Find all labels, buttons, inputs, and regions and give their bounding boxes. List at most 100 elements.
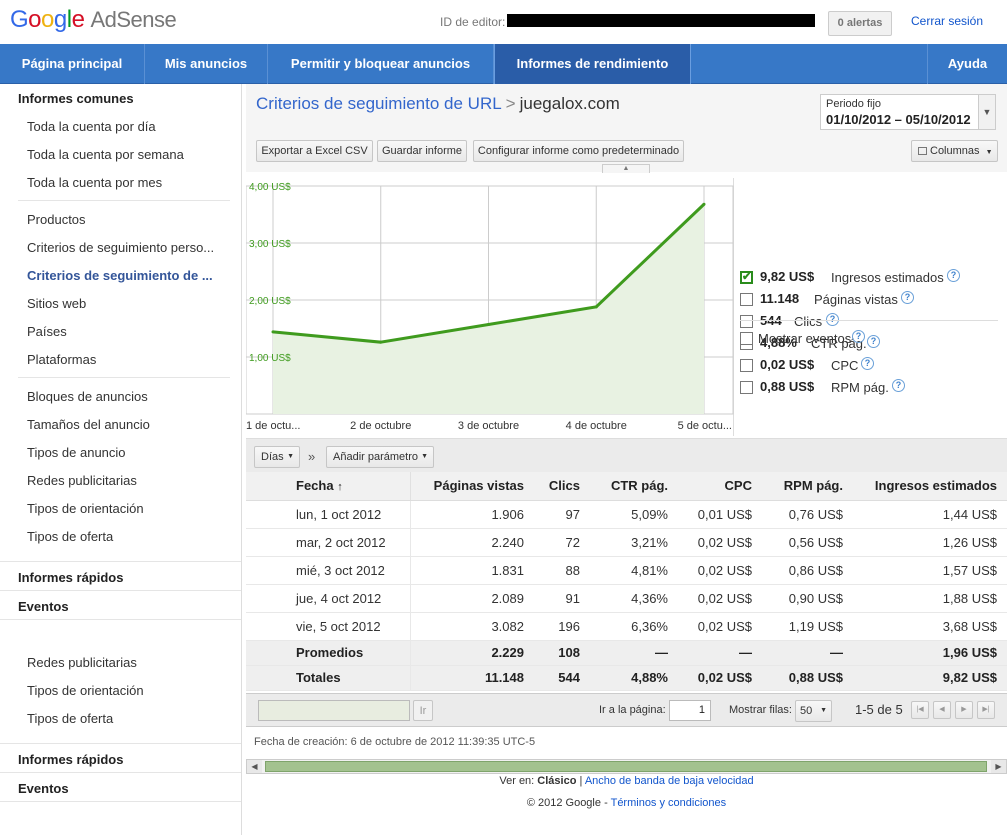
cell-clicks: 544	[534, 665, 590, 691]
sidebar-item-account-by-week[interactable]: Toda la cuenta por semana	[27, 147, 184, 162]
sidebar-section-events[interactable]: Eventos	[18, 599, 69, 614]
help-icon[interactable]: ?	[947, 269, 960, 282]
cell-cpc: 0,02 US$	[678, 528, 762, 557]
alerts-button[interactable]: 0 alertas	[828, 11, 892, 36]
low-bandwidth-link[interactable]: Ancho de banda de baja velocidad	[585, 775, 754, 787]
cell-rpm: 0,90 US$	[762, 584, 853, 613]
tab-allow-block-ads[interactable]: Permitir y bloquear anuncios	[268, 44, 494, 84]
chevron-down-icon[interactable]: ▼	[978, 95, 995, 129]
scroll-left-icon[interactable]: ◀	[247, 760, 262, 773]
cell-date: vie, 5 oct 2012	[246, 612, 411, 641]
chart-area: 1,00 US$ 2,00 US$ 3,00 US$ 4,00 US$ 1 de oct…	[245, 178, 734, 436]
sidebar-section-events-2[interactable]: Eventos	[18, 781, 69, 796]
previous-page-icon[interactable]: ◀	[933, 701, 951, 719]
tab-performance-reports[interactable]: Informes de rendimiento	[494, 44, 691, 84]
breadcrumb-url-channels[interactable]: Criterios de seguimiento de URL	[256, 94, 502, 113]
help-icon[interactable]: ?	[892, 379, 905, 392]
metric-label: Ingresos estimados	[831, 270, 944, 285]
breadcrumb-current: juegalox.com	[519, 94, 620, 113]
columns-button[interactable]: Columnas ▼	[911, 140, 998, 162]
add-parameter-button[interactable]: Añadir parámetro ▼	[326, 446, 434, 468]
totals-row: Totales 11.148 544 4,88% 0,02 US$ 0,88 US$ 9,8…	[246, 665, 1007, 691]
column-header-revenue[interactable]: Ingresos estimados	[853, 472, 1007, 501]
help-icon[interactable]: ?	[901, 291, 914, 304]
chevron-down-icon: ▼	[287, 453, 294, 460]
horizontal-scrollbar[interactable]: ◀ ▶	[246, 759, 1007, 774]
checkbox[interactable]	[740, 332, 753, 345]
sidebar-item-bid-types[interactable]: Tipos de oferta	[27, 529, 113, 544]
column-header-date[interactable]: Fecha ↑	[246, 472, 411, 501]
page-number-input[interactable]: 1	[669, 700, 711, 721]
sidebar-item-targeting-types[interactable]: Tipos de orientación	[27, 501, 144, 516]
sidebar-item-ad-networks[interactable]: Redes publicitarias	[27, 473, 137, 488]
sidebar-item-account-by-month[interactable]: Toda la cuenta por mes	[27, 175, 162, 190]
sidebar-item-products[interactable]: Productos	[27, 212, 86, 227]
cell-clicks: 91	[534, 584, 590, 613]
export-csv-button[interactable]: Exportar a Excel CSV	[256, 140, 373, 162]
report-table: Fecha ↑ Páginas vistas Clics CTR pág. CP…	[246, 472, 1007, 691]
sidebar-item-ad-networks-2[interactable]: Redes publicitarias	[27, 655, 137, 670]
sidebar-divider	[0, 590, 241, 591]
set-default-report-button[interactable]: Configurar informe como predeterminado	[473, 140, 684, 162]
sidebar-divider	[18, 200, 230, 201]
adsense-logo[interactable]: Google AdSense	[10, 6, 177, 34]
sidebar-item-ad-types[interactable]: Tipos de anuncio	[27, 445, 126, 460]
checkbox[interactable]	[740, 270, 753, 284]
save-report-button[interactable]: Guardar informe	[377, 140, 467, 162]
column-header-clicks[interactable]: Clics	[534, 472, 590, 501]
terms-link[interactable]: Términos y condiciones	[611, 797, 727, 809]
sidebar-item-ad-sizes[interactable]: Tamaños del anuncio	[27, 417, 150, 432]
dimension-select[interactable]: Días ▼	[254, 446, 300, 468]
cell-cpc: 0,02 US$	[678, 556, 762, 585]
sidebar-item-account-by-day[interactable]: Toda la cuenta por día	[27, 119, 156, 134]
sidebar-section-quick-reports-2[interactable]: Informes rápidos	[18, 752, 123, 767]
filter-input[interactable]	[258, 700, 410, 721]
column-header-rpm[interactable]: RPM pág.	[762, 472, 853, 501]
go-button[interactable]: Ir	[413, 700, 433, 721]
sidebar-item-targeting-types-2[interactable]: Tipos de orientación	[27, 683, 144, 698]
sign-out-link[interactable]: Cerrar sesión	[911, 14, 983, 28]
checkbox[interactable]	[740, 359, 753, 372]
sidebar-item-bid-types-2[interactable]: Tipos de oferta	[27, 711, 113, 726]
help-icon[interactable]: ?	[867, 335, 880, 348]
help-icon[interactable]: ?	[861, 357, 874, 370]
chevron-down-icon: ▼	[421, 453, 428, 460]
collapse-chart-toggle[interactable]: ▲	[602, 164, 650, 173]
date-range-value: 01/10/2012 – 05/10/2012	[826, 112, 971, 127]
sidebar-item-url-channels[interactable]: Criterios de seguimiento de ...	[27, 268, 213, 283]
tab-home[interactable]: Página principal	[0, 44, 145, 84]
help-icon[interactable]: ?	[852, 330, 865, 343]
checkbox[interactable]	[740, 381, 753, 394]
report-created-date: Fecha de creación: 6 de octubre de 2012 …	[254, 736, 536, 748]
sidebar-item-platforms[interactable]: Plataformas	[27, 352, 96, 367]
date-range-picker[interactable]: Periodo fijo 01/10/2012 – 05/10/2012 ▼	[820, 94, 996, 130]
checkbox[interactable]	[740, 293, 753, 306]
columns-icon	[918, 147, 927, 155]
cell-date: mar, 2 oct 2012	[246, 528, 411, 557]
sidebar-item-countries[interactable]: Países	[27, 324, 67, 339]
next-page-icon[interactable]: ▶	[955, 701, 973, 719]
tab-help[interactable]: Ayuda	[927, 44, 1007, 84]
last-page-icon[interactable]: ▶|	[977, 701, 995, 719]
scrollbar-thumb[interactable]	[265, 761, 987, 772]
sidebar-item-ad-units[interactable]: Bloques de anuncios	[27, 389, 148, 404]
cell-revenue: 1,88 US$	[853, 584, 1007, 613]
first-page-icon[interactable]: |◀	[911, 701, 929, 719]
rows-per-page-select[interactable]: 50 ▼	[795, 700, 832, 722]
sidebar-item-sites[interactable]: Sitios web	[27, 296, 86, 311]
sidebar-item-custom-channels[interactable]: Criterios de seguimiento perso...	[27, 240, 214, 255]
tab-my-ads[interactable]: Mis anuncios	[145, 44, 268, 84]
column-header-pageviews[interactable]: Páginas vistas	[410, 472, 534, 501]
sidebar-section-quick-reports[interactable]: Informes rápidos	[18, 570, 123, 585]
column-header-cpc[interactable]: CPC	[678, 472, 762, 501]
cell-date: mié, 3 oct 2012	[246, 556, 411, 585]
y-tick-label: 4,00 US$	[249, 182, 291, 193]
cell-ctr: 4,81%	[590, 556, 678, 585]
cell-label: Totales	[246, 665, 411, 691]
column-header-ctr[interactable]: CTR pág.	[590, 472, 678, 501]
sort-arrow-icon: ↑	[337, 481, 343, 494]
sidebar-divider	[0, 561, 241, 562]
checkbox[interactable]	[740, 315, 753, 328]
table-row: lun, 1 oct 2012 1.906 97 5,09% 0,01 US$ 0,76 …	[246, 500, 1007, 529]
scroll-right-icon[interactable]: ▶	[991, 760, 1006, 773]
